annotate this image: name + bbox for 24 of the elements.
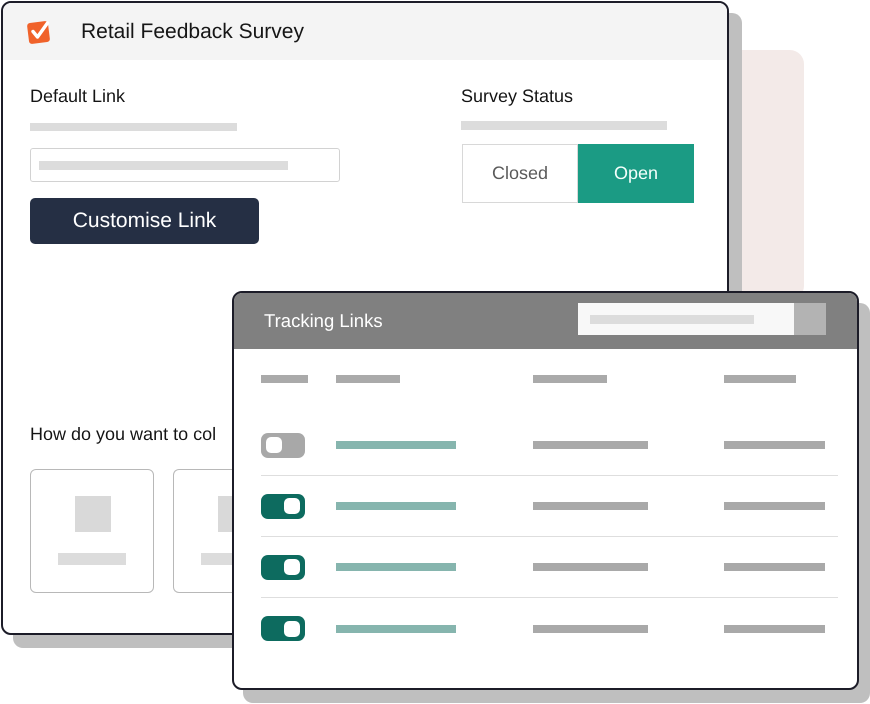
text-placeholder — [58, 553, 126, 565]
window-title: Retail Feedback Survey — [81, 18, 304, 44]
column-header-placeholder — [336, 375, 400, 383]
toggle-switch[interactable] — [261, 494, 305, 518]
toggle-switch[interactable] — [261, 554, 305, 580]
status-option[interactable]: Closed — [462, 144, 578, 203]
column-header-placeholder — [261, 375, 308, 383]
toggle-switch[interactable] — [261, 432, 305, 458]
default-link-label: Default Link — [30, 86, 126, 107]
checkmark-logo-icon — [26, 18, 53, 45]
column-header-placeholder — [724, 375, 796, 383]
search-button[interactable] — [794, 303, 826, 335]
option-card[interactable] — [173, 469, 232, 593]
image-placeholder — [218, 496, 232, 532]
question-text: How do you want to col — [30, 424, 216, 445]
search-field[interactable] — [578, 303, 794, 335]
image-placeholder — [75, 496, 111, 532]
panel-title: Tracking Links — [264, 309, 383, 333]
survey-status-label: Survey Status — [461, 86, 574, 107]
customise-link-button[interactable]: Customise Link — [30, 198, 259, 244]
link-field[interactable] — [30, 148, 340, 182]
toggle-switch[interactable] — [261, 616, 305, 641]
text-placeholder — [201, 553, 232, 565]
option-card[interactable] — [30, 469, 154, 593]
